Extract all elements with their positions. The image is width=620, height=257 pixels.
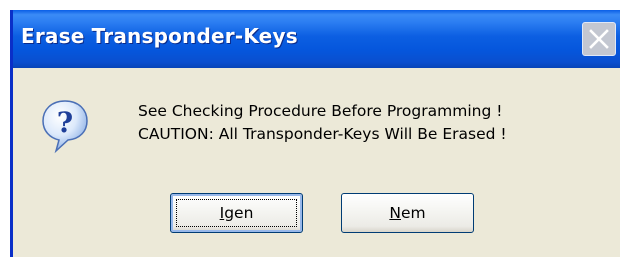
- svg-text:?: ?: [57, 106, 73, 139]
- window-title: Erase Transponder-Keys: [21, 24, 298, 48]
- message-line-2: CAUTION: All Transponder-Keys Will Be Er…: [138, 125, 507, 143]
- close-button[interactable]: [582, 22, 616, 56]
- message-line-1: See Checking Procedure Before Programmin…: [138, 102, 503, 120]
- question-icon: ?: [42, 100, 88, 154]
- dialog-message: See Checking Procedure Before Programmin…: [138, 100, 507, 146]
- no-button-label: Nem: [389, 204, 426, 222]
- title-bar[interactable]: Erase Transponder-Keys: [13, 10, 620, 68]
- close-icon: [589, 29, 609, 49]
- no-button[interactable]: Nem: [341, 193, 474, 233]
- yes-button[interactable]: Igen: [170, 193, 303, 233]
- focus-rect: [176, 199, 297, 227]
- dialog-window: Erase Transponder-Keys ? See Checking Pr…: [10, 10, 620, 257]
